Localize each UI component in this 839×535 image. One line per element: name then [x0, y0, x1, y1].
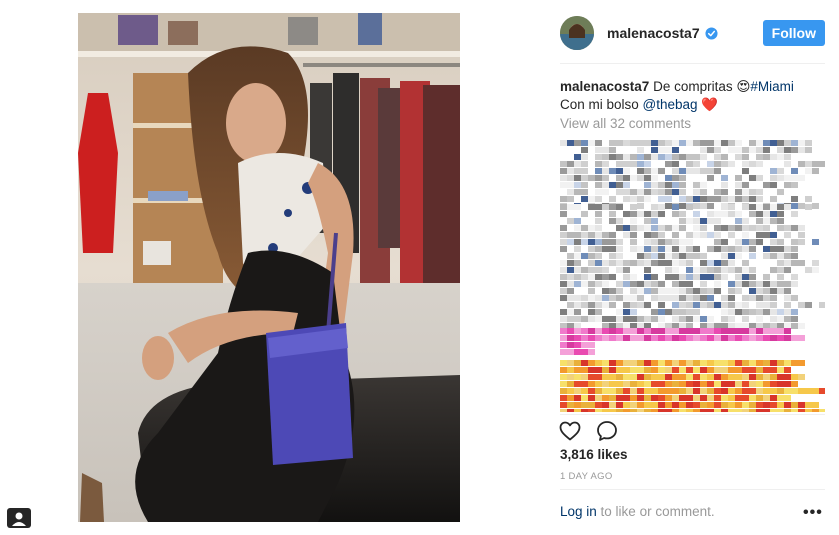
caption-text: De compritas 😍 — [649, 79, 751, 94]
view-all-comments-link[interactable]: View all 32 comments — [560, 116, 691, 131]
post-photo[interactable] — [78, 13, 460, 522]
login-link[interactable]: Log in — [560, 504, 597, 519]
heart-emoji: ❤️ — [697, 97, 719, 112]
heart-outline-icon[interactable] — [558, 419, 582, 443]
avatar[interactable] — [560, 16, 594, 50]
hashtag-link[interactable]: #Miami — [750, 79, 794, 94]
login-prompt: Log in to like or comment. — [560, 504, 715, 519]
caption-line-2: Con mi bolso — [560, 97, 643, 112]
divider — [560, 414, 825, 415]
caption-username[interactable]: malenacosta7 — [560, 79, 649, 94]
username[interactable]: malenacosta7 — [607, 25, 700, 41]
divider — [560, 63, 825, 64]
verified-badge-icon — [705, 26, 718, 40]
more-options-button[interactable]: ••• — [803, 505, 823, 521]
divider — [560, 489, 825, 490]
likes-count[interactable]: 3,816 likes — [560, 447, 628, 462]
mention-link[interactable]: @thebag — [643, 97, 698, 112]
user-tag-icon[interactable] — [6, 506, 32, 530]
comments-pixelated — [560, 140, 825, 412]
login-prompt-text: to like or comment. — [596, 504, 715, 519]
action-bar — [558, 419, 619, 443]
post-timestamp: 1 DAY AGO — [560, 471, 613, 482]
post-photo-image — [78, 13, 460, 522]
post-header: malenacosta7 Follow — [560, 13, 825, 53]
speech-bubble-icon[interactable] — [595, 419, 619, 443]
post-caption: malenacosta7 De compritas 😍#Miami Con mi… — [560, 78, 825, 114]
follow-button[interactable]: Follow — [762, 20, 825, 46]
